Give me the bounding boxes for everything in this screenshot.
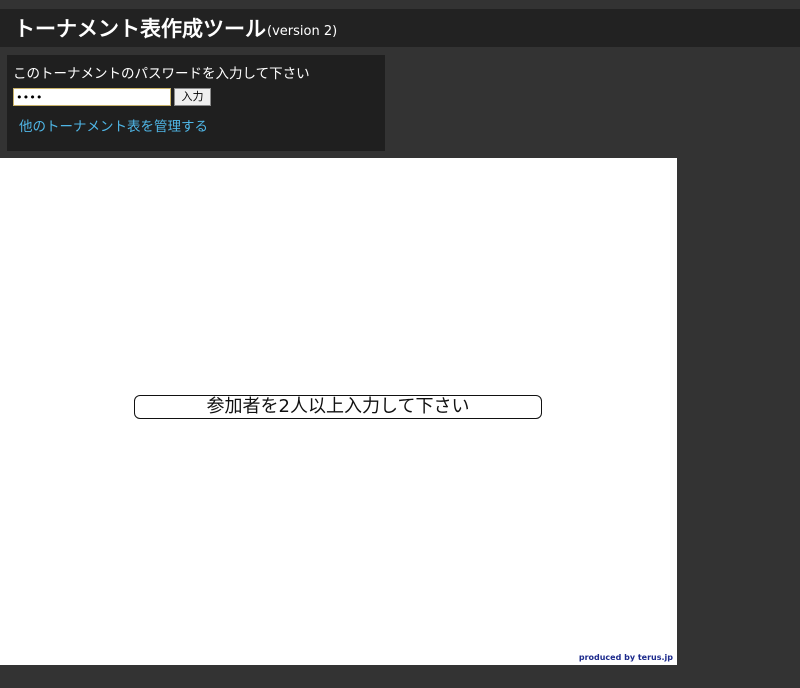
password-panel: このトーナメントのパスワードを入力して下さい 入力 他のトーナメント表を管理する [7, 55, 385, 151]
manage-other-tournaments-link[interactable]: 他のトーナメント表を管理する [19, 115, 208, 135]
tournament-canvas: 参加者を2人以上入力して下さい produced by terus.jp [0, 158, 677, 665]
password-input[interactable] [13, 88, 171, 106]
enter-button[interactable]: 入力 [174, 88, 211, 106]
password-row: 入力 [13, 88, 385, 106]
participants-message: 参加者を2人以上入力して下さい [134, 395, 542, 419]
header-bar: トーナメント表作成ツール (version 2) [0, 9, 800, 47]
password-prompt-label: このトーナメントのパスワードを入力して下さい [13, 66, 310, 82]
app-version: (version 2) [267, 23, 338, 39]
credit-text: produced by terus.jp [578, 653, 673, 662]
app-title: トーナメント表作成ツール [14, 17, 266, 41]
